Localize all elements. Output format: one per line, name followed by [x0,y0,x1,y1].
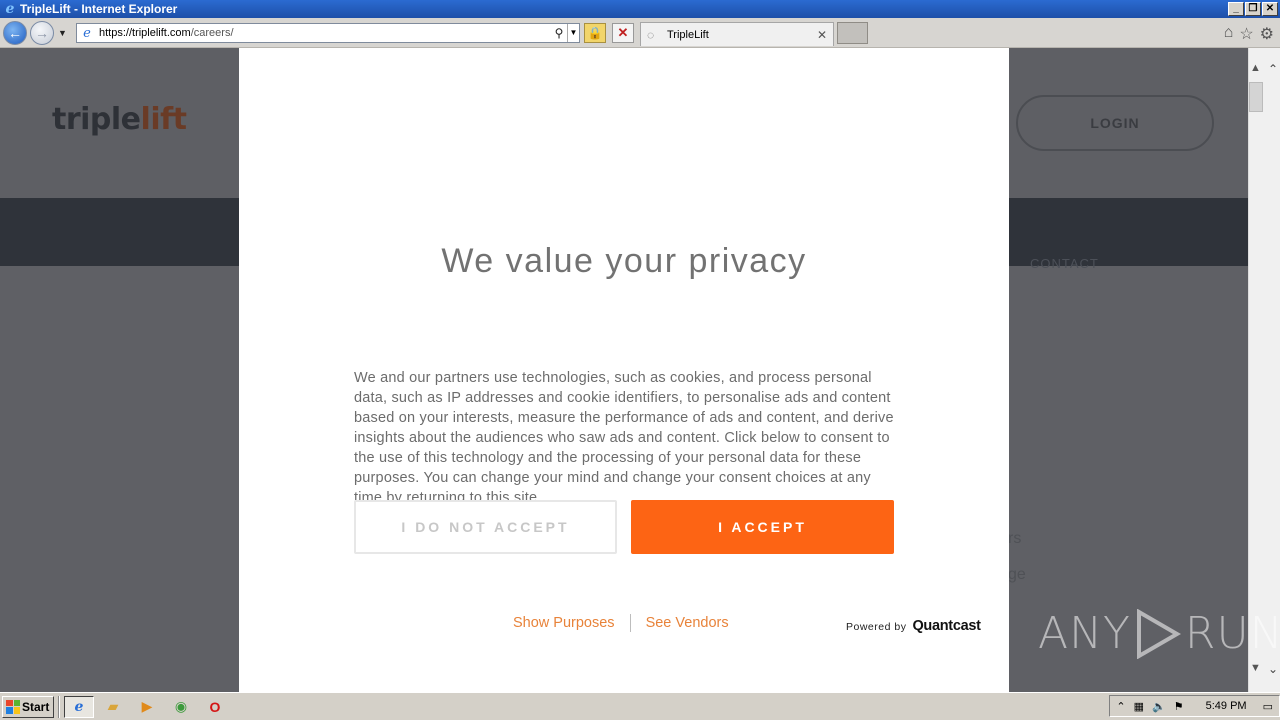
see-vendors-link[interactable]: See Vendors [646,615,729,631]
nav-contact-link[interactable]: CONTACT [1030,256,1099,271]
window-title: TripleLift - Internet Explorer [20,2,178,16]
quantcast-logo: Quantcast [912,618,981,634]
url-path: /careers/ [190,27,234,39]
scroll-down-icon[interactable]: ▼ [1250,662,1261,674]
consent-dialog: We value your privacy We and our partner… [239,48,1009,692]
action-center-flag-icon[interactable]: ⚑ [1174,700,1184,713]
show-desktop-icon[interactable]: ▭ [1263,700,1273,713]
browser-navigation-bar: ← → ▼ e https://triplelift.com/careers/ … [0,18,1280,48]
new-tab-button[interactable] [837,22,868,44]
internet-explorer-icon[interactable]: e [64,695,94,718]
clock[interactable]: 5:49 PM [1206,700,1247,712]
watermark-left: ANY [1038,608,1131,659]
anyrun-watermark: ANY RUN [1038,608,1280,659]
folder-icon[interactable]: ▰ [98,696,128,718]
scrollbar-thumb[interactable] [1249,82,1263,112]
chrome-icon[interactable]: ◉ [166,696,196,718]
watermark-right: RUN [1184,608,1280,659]
loading-spinner-icon: ◌ [647,27,655,42]
address-url[interactable]: https://triplelift.com/careers/ [99,27,551,39]
restore-button[interactable]: ❐ [1245,2,1261,16]
login-button[interactable]: LOGIN [1016,95,1214,151]
volume-icon[interactable]: 🔈 [1152,700,1166,713]
logo-triple: triple [52,102,141,137]
page-favicon-icon: e [83,25,91,41]
taskbar-separator [58,695,60,718]
start-label: Start [22,699,50,714]
decline-button[interactable]: I DO NOT ACCEPT [354,500,617,554]
powered-by-quantcast: Powered by Quantcast [846,618,981,634]
scrollbar-track[interactable] [1248,48,1265,692]
forward-button[interactable]: → [30,21,54,45]
link-separator [629,614,631,632]
media-player-icon[interactable]: ▶ [132,696,162,718]
windows-flag-icon [6,699,20,714]
start-button[interactable]: Start [2,695,54,718]
opera-icon[interactable]: O [200,696,230,718]
tab-label: TripleLift [667,28,709,41]
address-dropdown-icon[interactable]: ▼ [567,24,579,42]
tools-gear-icon[interactable]: ⚙ [1260,24,1274,44]
scroll-up-icon[interactable]: ▲ [1250,62,1261,74]
triplelift-logo[interactable]: triplelift [52,102,187,137]
outer-scroll-up-icon[interactable]: ⌃ [1268,62,1278,76]
page-scrollbar[interactable]: ▲ ▼ ⌃ ⌄ [1248,48,1280,692]
play-triangle-icon [1135,608,1181,659]
background-text-fragment: rs [1008,530,1022,547]
taskbar: Start e ▰ ▶ ◉ O ⌃ ▦ 🔈 ⚑ 5:49 PM ▭ [0,692,1280,720]
internet-explorer-icon: e [5,1,15,17]
background-text-fragment: ge [1008,566,1026,583]
system-tray: ⌃ ▦ 🔈 ⚑ 5:49 PM ▭ [1109,695,1280,717]
consent-body-text: We and our partners use technologies, su… [354,370,894,500]
consent-heading: We value your privacy [441,242,807,280]
network-icon[interactable]: ▦ [1134,700,1144,713]
outer-scroll-down-icon[interactable]: ⌄ [1268,662,1278,676]
search-icon[interactable]: ⚲ [551,26,567,40]
back-button[interactable]: ← [3,21,27,45]
accept-button[interactable]: I ACCEPT [631,500,894,554]
window-controls: _ ❐ ✕ [1228,2,1278,16]
browser-tool-icons: ⌂ ☆ ⚙ [1224,24,1274,44]
close-window-button[interactable]: ✕ [1262,2,1278,16]
logo-lift: lift [140,102,187,137]
consent-links: Show Purposes See Vendors [513,614,729,632]
recent-pages-dropdown-icon[interactable]: ▼ [58,28,67,38]
home-icon[interactable]: ⌂ [1224,24,1234,44]
tab-close-icon[interactable]: ✕ [815,28,829,42]
tab-triplelift[interactable]: ◌ TripleLift ✕ [640,22,834,46]
minimize-button[interactable]: _ [1228,2,1244,16]
tray-expand-icon[interactable]: ⌃ [1116,700,1125,713]
show-purposes-link[interactable]: Show Purposes [513,615,615,631]
window-title-bar: e TripleLift - Internet Explorer _ ❐ ✕ [0,0,1280,18]
powered-by-label: Powered by [846,621,907,633]
favorites-star-icon[interactable]: ☆ [1239,24,1253,44]
address-bar[interactable]: e https://triplelift.com/careers/ ⚲ ▼ [76,23,580,43]
stop-loading-button[interactable]: ✕ [612,23,634,43]
url-host: https://triplelift.com [99,27,191,39]
security-lock-icon[interactable]: 🔒 [584,23,606,43]
